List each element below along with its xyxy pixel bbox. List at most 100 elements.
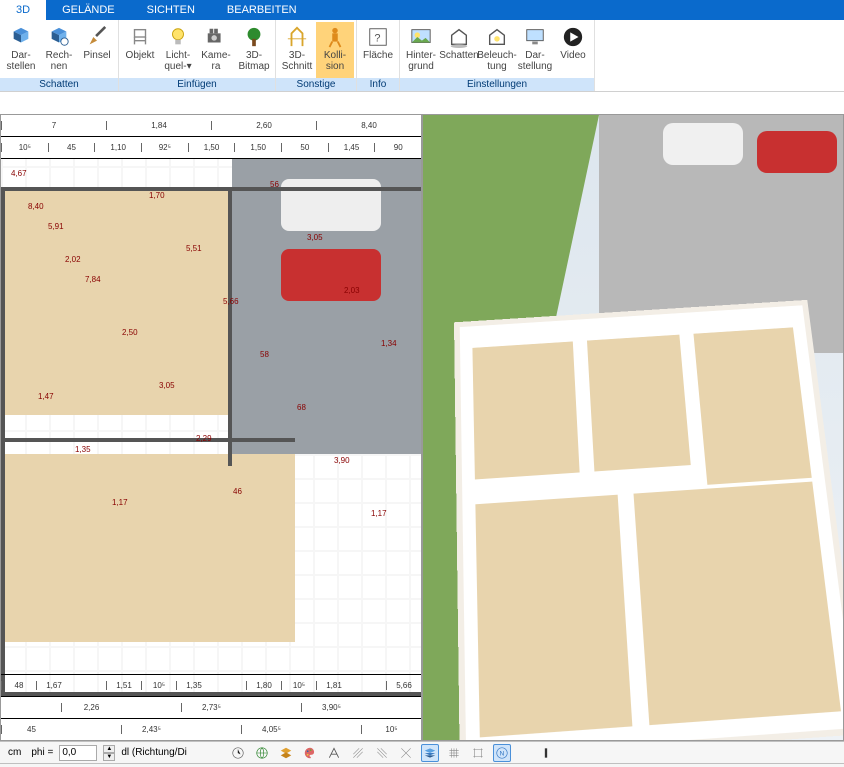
dimension-label: 10⁵ (1, 143, 48, 152)
workspace: 71,842,608,40 10⁵451,1092⁵1,501,50501,45… (0, 114, 844, 741)
dimension-label: 4,05⁵ (241, 725, 301, 734)
dimension-label: 1,50 (188, 143, 235, 152)
house-light-icon (484, 25, 510, 49)
layers-icon[interactable] (277, 744, 295, 762)
hatch2-icon[interactable] (373, 744, 391, 762)
svg-text:?: ? (374, 33, 380, 45)
dimension-label: 2,26 (61, 703, 121, 712)
dimension-label: 50 (281, 143, 328, 152)
tool-pinsel[interactable]: Pinsel (78, 22, 116, 78)
tool-beleuchtung[interactable]: Beleuch-tung (478, 22, 516, 78)
clock-icon[interactable] (229, 744, 247, 762)
tool-darstellen[interactable]: Dar-stellen (2, 22, 40, 78)
tool-3d-schnitt[interactable]: 3D-Schnitt (278, 22, 316, 78)
group-label-schatten: Schatten (0, 78, 118, 91)
plan-dimension: 56 (270, 180, 279, 189)
person-collision-icon (322, 25, 348, 49)
dimension-label: 92⁵ (141, 143, 188, 152)
tab-bearbeiten[interactable]: BEARBEITEN (211, 0, 313, 20)
group-schatten: Dar-stellen Rech-nen Pinsel Schatten (0, 20, 119, 91)
hatch3-icon[interactable] (397, 744, 415, 762)
view-2d-plan[interactable]: 71,842,608,40 10⁵451,1092⁵1,501,50501,45… (0, 114, 422, 741)
phi-input[interactable] (59, 745, 97, 761)
plan-dimension: 46 (233, 487, 242, 496)
tool-kamera[interactable]: Kame-ra (197, 22, 235, 78)
tool-lichtquelle[interactable]: Licht-quel-▾ (159, 22, 197, 78)
cube-shadow-icon (8, 25, 34, 49)
plan-dims-bot-1: 481,671,5110⁵1,351,8010⁵1,815,66 (1, 674, 421, 696)
globe-icon[interactable] (253, 744, 271, 762)
group-sonstige: 3D-Schnitt Kolli-sion Sonstige (276, 20, 357, 91)
stack-icon[interactable] (421, 744, 439, 762)
tool-darstellung[interactable]: Dar-stellung (516, 22, 554, 78)
house-3d (454, 300, 844, 741)
group-label-info: Info (357, 78, 399, 91)
phi-down[interactable]: ▼ (103, 753, 115, 761)
unit-label: cm (4, 747, 25, 758)
plan-dimension: 5,66 (223, 297, 239, 306)
plan-dims-bot-2: 2,262,73⁵3,90⁵ (1, 696, 421, 718)
plan-garage (232, 159, 421, 454)
grid1-icon[interactable] (445, 744, 463, 762)
area-info-icon: ? (365, 25, 391, 49)
tool-rechnen[interactable]: Rech-nen (40, 22, 78, 78)
brush-icon (84, 25, 110, 49)
camera-icon (203, 25, 229, 49)
plan-dimension: 2,29 (196, 434, 212, 443)
tool-kollision[interactable]: Kolli-sion (316, 22, 354, 78)
tool-flaeche[interactable]: ? Fläche (359, 22, 397, 78)
tool-hintergrund[interactable]: Hinter-grund (402, 22, 440, 78)
car-red-3d (757, 131, 837, 173)
plan-dimension: 5,51 (186, 244, 202, 253)
svg-text:N: N (500, 750, 505, 757)
ribbon: 3D GELÄNDE SICHTEN BEARBEITEN Dar-stelle… (0, 0, 844, 92)
dimension-label: 10⁵ (141, 681, 176, 690)
background-icon (408, 25, 434, 49)
phi-up[interactable]: ▲ (103, 745, 115, 753)
tab-3d[interactable]: 3D (0, 0, 46, 20)
dimension-label: 1,80 (246, 681, 281, 690)
monitor-icon (522, 25, 548, 49)
section-icon (284, 25, 310, 49)
plan-dimension: 1,70 (149, 191, 165, 200)
tab-sichten[interactable]: SICHTEN (131, 0, 211, 20)
dimension-label: 10⁵ (281, 681, 316, 690)
tool-3d-bitmap[interactable]: 3D-Bitmap (235, 22, 273, 78)
tool-objekt[interactable]: Objekt (121, 22, 159, 78)
tab-gelaende[interactable]: GELÄNDE (46, 0, 131, 20)
dimension-label: 45 (48, 143, 95, 152)
tool-video[interactable]: Video (554, 22, 592, 78)
palette-icon[interactable] (301, 744, 319, 762)
group-label-einstellungen: Einstellungen (400, 78, 594, 91)
north-icon[interactable]: N (493, 744, 511, 762)
group-einfuegen: Objekt Licht-quel-▾ Kame-ra 3D-Bitmap Ei… (119, 20, 276, 91)
group-label-einfuegen: Einfügen (119, 78, 275, 91)
group-einstellungen: Hinter-grund Schatten Beleuch-tung Dar-s… (400, 20, 595, 91)
plan-dimension: 1,34 (381, 339, 397, 348)
dimension-label: 45 (1, 725, 61, 734)
plan-dims-top-2: 10⁵451,1092⁵1,501,50501,4590 (1, 137, 421, 159)
floor-plan: 71,842,608,40 10⁵451,1092⁵1,501,50501,45… (1, 115, 421, 740)
dimension-label: 1,51 (106, 681, 141, 690)
tree-icon (241, 25, 267, 49)
handle-icon[interactable] (537, 744, 555, 762)
dimension-label: 1,45 (328, 143, 375, 152)
dimension-label: 1,84 (106, 121, 211, 130)
dimension-label: 2,43⁵ (121, 725, 181, 734)
status-bar: nnen Selektion 1:1 sel X: (0, 763, 844, 767)
hatch1-icon[interactable] (349, 744, 367, 762)
aframe-icon[interactable] (325, 744, 343, 762)
bottom-toolbar: cm phi = ▲ ▼ dl (Richtung/Di N (0, 741, 844, 763)
phi-spinner[interactable]: ▲ ▼ (103, 745, 115, 761)
plan-dimension: 7,84 (85, 275, 101, 284)
dimension-label: 1,10 (94, 143, 141, 152)
dimension-label: 10⁵ (361, 725, 421, 734)
tool-schatten[interactable]: Schatten (440, 22, 478, 78)
chair-icon (127, 25, 153, 49)
dimension-label: 1,50 (234, 143, 281, 152)
plan-dimension: 2,50 (122, 328, 138, 337)
ribbon-tabs: 3D GELÄNDE SICHTEN BEARBEITEN (0, 0, 844, 20)
grid2-icon[interactable] (469, 744, 487, 762)
plan-dimension: 5,91 (48, 222, 64, 231)
view-3d[interactable] (422, 114, 844, 741)
